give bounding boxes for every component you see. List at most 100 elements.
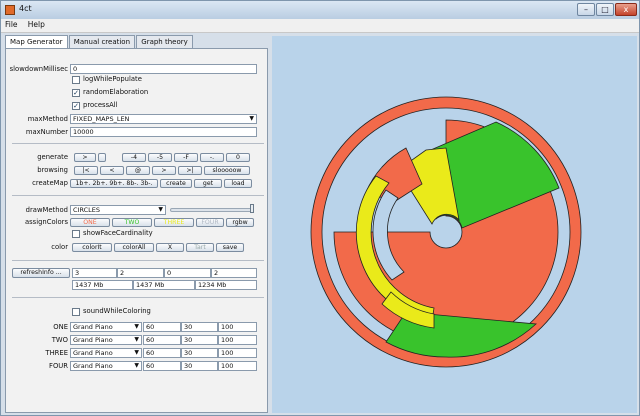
map-canvas[interactable] (272, 36, 637, 413)
sound-param-field[interactable]: 60 (143, 348, 181, 358)
color-label: color (51, 243, 68, 251)
colorall-button[interactable]: colorAll (114, 243, 154, 252)
maxmethod-label: maxMethod (27, 115, 68, 123)
browse-slow-button[interactable]: slooooow (204, 166, 250, 175)
memory-value: 1234 Mb (195, 280, 257, 290)
app-icon (5, 5, 15, 15)
info-value: 2 (117, 268, 164, 278)
sound-param-field[interactable]: 60 (143, 335, 181, 345)
sound-checkbox[interactable] (72, 308, 80, 316)
browse-last-button[interactable]: >| (178, 166, 202, 175)
sound-param-field[interactable]: 100 (218, 322, 257, 332)
createmap-sequence-button[interactable]: 1b+. 2b+. 9b+. 8b-. 3b-. (70, 179, 158, 188)
window-title: 4ct (19, 4, 32, 13)
close-button[interactable]: x (615, 3, 637, 16)
slowdown-label: slowdownMillisec (9, 65, 68, 73)
tab-manual-creation[interactable]: Manual creation (68, 35, 136, 48)
sound-param-field[interactable]: 30 (181, 361, 218, 371)
log-label: logWhilePopulate (83, 75, 142, 83)
browse-first-button[interactable]: |< (74, 166, 98, 175)
drawmethod-select[interactable]: CIRCLES ▼ (70, 205, 166, 215)
instrument-select[interactable]: Grand Piano ▼ (70, 348, 142, 358)
clear-button[interactable]: X (156, 243, 184, 252)
load-button[interactable]: load (224, 179, 252, 188)
instrument-select[interactable]: Grand Piano ▼ (70, 361, 142, 371)
sound-param-field[interactable]: 60 (143, 361, 181, 371)
generate-minus4-button[interactable]: -4 (122, 153, 146, 162)
instrument-select[interactable]: Grand Piano ▼ (70, 335, 142, 345)
generate-next-button[interactable]: > (74, 153, 96, 162)
assign-four-button[interactable]: FOUR (196, 218, 224, 227)
browse-prev-button[interactable]: < (100, 166, 124, 175)
showface-checkbox[interactable] (72, 230, 80, 238)
generate-minus5-button[interactable]: -5 (148, 153, 172, 162)
maximize-button[interactable]: □ (596, 3, 614, 16)
assigncolors-label: assignColors (24, 218, 68, 226)
get-button[interactable]: get (194, 179, 222, 188)
tart-button[interactable]: Tart (186, 243, 214, 252)
showface-label: showFaceCardinality (83, 229, 153, 237)
drawmethod-label: drawMethod (25, 206, 68, 214)
refresh-info-button[interactable]: refreshInfo ... (12, 268, 70, 278)
instrument-value: Grand Piano (73, 362, 113, 370)
menu-help[interactable]: Help (24, 19, 49, 30)
sound-row-name: FOUR (49, 362, 68, 370)
instrument-value: Grand Piano (73, 336, 113, 344)
app-window: 4ct – □ x File Help Map Generator Manual… (0, 0, 640, 416)
colorit-button[interactable]: colorIt (72, 243, 112, 252)
maxmethod-value: FIXED_MAPS_LEN (73, 115, 130, 123)
random-checkbox[interactable]: ✓ (72, 89, 80, 97)
chevron-down-icon: ▼ (158, 206, 163, 213)
chevron-down-icon: ▼ (134, 336, 139, 343)
sound-param-field[interactable]: 60 (143, 322, 181, 332)
title-bar: 4ct – □ x (1, 1, 639, 19)
drawmethod-value: CIRCLES (73, 206, 101, 214)
draw-slider-track[interactable] (170, 208, 254, 212)
assign-one-button[interactable]: ONE (70, 218, 110, 227)
generate-zero-button[interactable]: 0 (226, 153, 250, 162)
generate-minusdot-button[interactable]: -. (200, 153, 224, 162)
sound-row-name: THREE (45, 349, 68, 357)
memory-value: 1437 Mb (72, 280, 133, 290)
tab-graph-theory[interactable]: Graph theory (136, 35, 193, 48)
browse-next-button[interactable]: > (152, 166, 176, 175)
separator (12, 143, 264, 144)
sound-row-name: ONE (53, 323, 68, 331)
assign-two-button[interactable]: TWO (112, 218, 152, 227)
info-value: 0 (164, 268, 211, 278)
process-label: processAll (83, 101, 118, 109)
browsing-label: browsing (37, 166, 68, 174)
control-panel: slowdownMillisec 0 logWhilePopulate ✓ ra… (5, 48, 268, 413)
assign-three-button[interactable]: THREE (154, 218, 194, 227)
info-value: 2 (211, 268, 257, 278)
separator (12, 297, 264, 298)
sound-param-field[interactable]: 100 (218, 361, 257, 371)
sound-param-field[interactable]: 30 (181, 322, 218, 332)
minimize-button[interactable]: – (577, 3, 595, 16)
generate-minusf-button[interactable]: -F (174, 153, 198, 162)
tab-strip: Map Generator Manual creation Graph theo… (5, 35, 193, 48)
sound-param-field[interactable]: 100 (218, 335, 257, 345)
chevron-down-icon: ▼ (249, 115, 254, 122)
maxnumber-input[interactable]: 10000 (70, 127, 257, 137)
sound-param-field[interactable]: 100 (218, 348, 257, 358)
generate-blank-button[interactable] (98, 153, 106, 162)
rgbw-button[interactable]: rgbw (226, 218, 254, 227)
instrument-select[interactable]: Grand Piano ▼ (70, 322, 142, 332)
menu-bar: File Help (1, 19, 639, 33)
log-checkbox[interactable] (72, 76, 80, 84)
tab-map-generator[interactable]: Map Generator (5, 35, 68, 48)
sound-param-field[interactable]: 30 (181, 335, 218, 345)
create-button[interactable]: create (160, 179, 192, 188)
generate-label: generate (37, 153, 68, 161)
maxnumber-label: maxNumber (25, 128, 68, 136)
maxmethod-select[interactable]: FIXED_MAPS_LEN ▼ (70, 114, 257, 124)
draw-slider-thumb[interactable] (250, 204, 254, 213)
sound-param-field[interactable]: 30 (181, 348, 218, 358)
process-checkbox[interactable]: ✓ (72, 102, 80, 110)
browse-current-button[interactable]: @ (126, 166, 150, 175)
menu-file[interactable]: File (1, 19, 22, 30)
save-button[interactable]: save (216, 243, 244, 252)
slowdown-input[interactable]: 0 (70, 64, 257, 74)
chevron-down-icon: ▼ (134, 349, 139, 356)
